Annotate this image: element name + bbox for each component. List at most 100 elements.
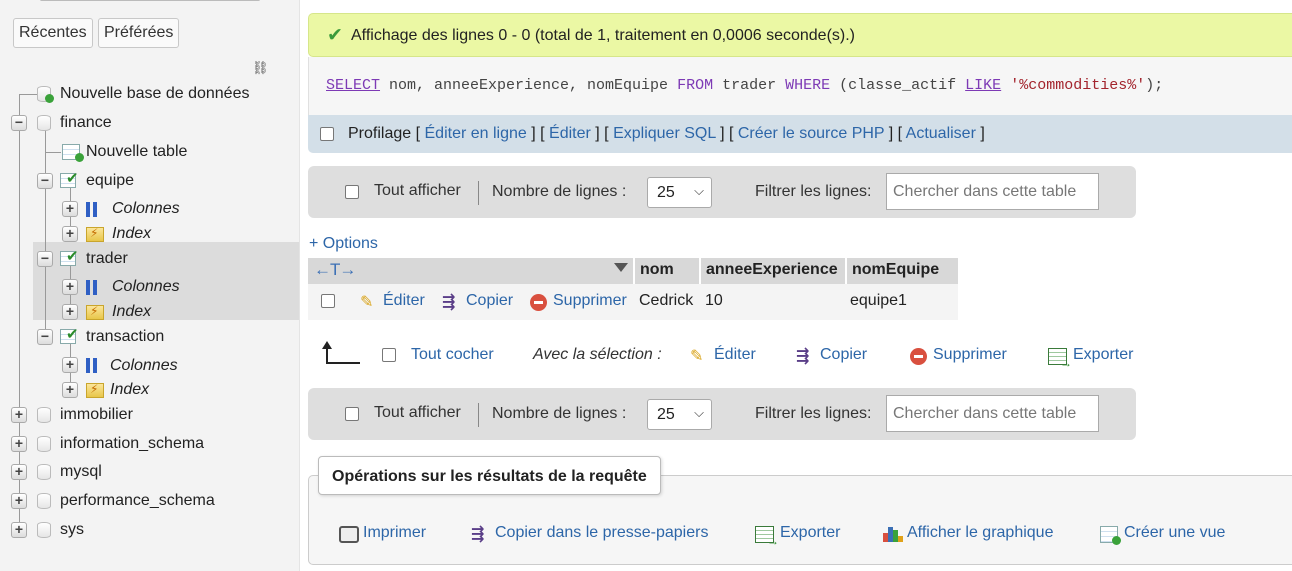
selection-edit-button[interactable]: Éditer bbox=[714, 346, 756, 364]
collapse-icon[interactable]: − bbox=[37, 173, 53, 189]
edit-link[interactable]: Éditer bbox=[549, 125, 591, 142]
new-table-icon bbox=[62, 144, 84, 162]
sql-space bbox=[1001, 77, 1010, 94]
tab-favorites[interactable]: Préférées bbox=[98, 18, 180, 48]
tree-equipe-columns[interactable]: Colonnes bbox=[112, 200, 180, 218]
cell-nom[interactable]: Cedrick bbox=[639, 292, 693, 310]
columns-icon bbox=[86, 358, 102, 373]
row-delete-link[interactable]: Supprimer bbox=[553, 292, 627, 310]
profiling-checkbox[interactable] bbox=[320, 127, 334, 141]
sort-down-icon[interactable] bbox=[614, 263, 628, 272]
collapse-icon[interactable]: − bbox=[37, 329, 53, 345]
options-link[interactable]: + Options bbox=[309, 235, 378, 253]
expand-icon[interactable]: + bbox=[11, 407, 27, 423]
columns-icon bbox=[86, 202, 102, 217]
show-all-label[interactable]: Tout afficher bbox=[374, 182, 461, 200]
tree-new-table[interactable]: Nouvelle table bbox=[86, 143, 187, 161]
create-php-link[interactable]: Créer le source PHP bbox=[738, 125, 884, 142]
copy-clipboard-link[interactable]: Copier dans le presse-papiers bbox=[495, 524, 708, 542]
tree-table-transaction[interactable]: transaction bbox=[86, 328, 164, 346]
column-header-nom-equipe[interactable]: nomEquipe bbox=[845, 258, 958, 284]
print-link[interactable]: Imprimer bbox=[363, 524, 426, 542]
expand-icon[interactable]: + bbox=[62, 201, 78, 217]
column-resize-arrows-icon[interactable]: ←T→ bbox=[314, 260, 356, 280]
tree-db-mysql[interactable]: mysql bbox=[60, 463, 102, 481]
expand-icon[interactable]: + bbox=[11, 464, 27, 480]
tree-db-finance[interactable]: finance bbox=[60, 114, 112, 132]
expand-icon[interactable]: + bbox=[11, 436, 27, 452]
tree-trader-index[interactable]: Index bbox=[112, 303, 151, 321]
tree-table-trader[interactable]: trader bbox=[86, 250, 128, 268]
expand-icon[interactable]: + bbox=[11, 522, 27, 538]
row-copy-link[interactable]: Copier bbox=[466, 292, 513, 310]
results-header: ←T→ nom anneeExperience nomEquipe bbox=[308, 258, 958, 284]
table-icon: ✔ bbox=[60, 248, 80, 267]
table-row: ✎ Éditer ⇶ Copier Supprimer Cedrick 10 e… bbox=[308, 284, 958, 320]
tree-transaction-index[interactable]: Index bbox=[110, 381, 149, 399]
row-checkbox[interactable] bbox=[321, 294, 335, 308]
create-view-link[interactable]: Créer une vue bbox=[1124, 524, 1225, 542]
expand-icon[interactable]: + bbox=[62, 226, 78, 242]
success-message: Affichage des lignes 0 - 0 (total de 1, … bbox=[351, 27, 855, 44]
show-all-label[interactable]: Tout afficher bbox=[374, 404, 461, 422]
column-header-nom[interactable]: nom bbox=[633, 258, 699, 284]
tree-equipe-index[interactable]: Index bbox=[112, 225, 151, 243]
selection-export-button[interactable]: Exporter bbox=[1073, 346, 1133, 364]
sql-keyword-from: FROM bbox=[677, 77, 714, 94]
filter-label: Filtrer les lignes: bbox=[755, 405, 872, 422]
show-all-checkbox[interactable] bbox=[345, 185, 359, 199]
column-header-annee-experience[interactable]: anneeExperience bbox=[699, 258, 845, 284]
refresh-link[interactable]: Actualiser bbox=[906, 125, 976, 142]
check-all-link[interactable]: Tout cocher bbox=[411, 346, 494, 364]
expand-icon[interactable]: + bbox=[62, 357, 78, 373]
filter-rows-input[interactable]: Chercher dans cette table bbox=[886, 173, 1099, 210]
filter-label: Filtrer les lignes: bbox=[755, 183, 872, 200]
check-all-checkbox[interactable] bbox=[382, 348, 396, 362]
database-icon bbox=[37, 522, 51, 538]
selection-delete-button[interactable]: Supprimer bbox=[933, 346, 1007, 364]
collapse-icon[interactable]: − bbox=[37, 251, 53, 267]
sidebar-top-scroll bbox=[40, 0, 260, 1]
tab-recent[interactable]: Récentes bbox=[13, 18, 93, 48]
expand-icon[interactable]: + bbox=[62, 304, 78, 320]
tree-trader-columns[interactable]: Colonnes bbox=[112, 278, 180, 296]
row-edit-link[interactable]: Éditer bbox=[383, 292, 425, 310]
success-message-bar: ✔ Affichage des lignes 0 - 0 (total de 1… bbox=[308, 13, 1292, 57]
explain-sql-link[interactable]: Expliquer SQL bbox=[613, 125, 716, 142]
rows-select[interactable]: 25 ⌵ bbox=[647, 177, 712, 208]
sql-close: ); bbox=[1145, 77, 1164, 94]
profiling-label: Profilage bbox=[348, 125, 412, 142]
sql-keyword-select[interactable]: SELECT bbox=[326, 77, 380, 94]
sql-fields: nom, anneeExperience, nomEquipe bbox=[380, 77, 678, 94]
expand-icon[interactable]: + bbox=[62, 279, 78, 295]
sql-query: SELECT nom, anneeExperience, nomEquipe F… bbox=[326, 77, 1163, 94]
sql-keyword-like[interactable]: LIKE bbox=[965, 77, 1001, 94]
link-icon[interactable]: ⛓ bbox=[252, 60, 269, 76]
collapse-icon[interactable]: − bbox=[11, 115, 27, 131]
tree-db-immobilier[interactable]: immobilier bbox=[60, 406, 133, 424]
sql-value: '%commodities%' bbox=[1010, 77, 1146, 94]
selection-copy-button[interactable]: Copier bbox=[820, 346, 867, 364]
show-chart-link[interactable]: Afficher le graphique bbox=[907, 524, 1053, 542]
expand-icon[interactable]: + bbox=[11, 493, 27, 509]
with-selection-label: Avec la sélection : bbox=[533, 346, 662, 363]
cell-annee-experience[interactable]: 10 bbox=[705, 292, 723, 310]
tree-db-sys[interactable]: sys bbox=[60, 521, 84, 539]
selection-actions: Tout cocher Avec la sélection : ✎ Éditer… bbox=[308, 336, 1148, 376]
edit-inline-link[interactable]: Éditer en ligne bbox=[425, 125, 527, 142]
cell-nom-equipe[interactable]: equipe1 bbox=[850, 292, 907, 310]
export-link[interactable]: Exporter bbox=[780, 524, 840, 542]
tree-db-information-schema[interactable]: information_schema bbox=[60, 435, 204, 453]
filter-rows-input[interactable]: Chercher dans cette table bbox=[886, 395, 1099, 432]
tree-new-database[interactable]: Nouvelle base de données bbox=[60, 85, 249, 103]
rows-select[interactable]: 25 ⌵ bbox=[647, 399, 712, 430]
tree-transaction-columns[interactable]: Colonnes bbox=[110, 357, 178, 375]
show-all-checkbox[interactable] bbox=[345, 407, 359, 421]
create-view-icon bbox=[1100, 526, 1121, 545]
tree-table-equipe[interactable]: equipe bbox=[86, 172, 134, 190]
expand-icon[interactable]: + bbox=[62, 382, 78, 398]
chevron-down-icon: ⌵ bbox=[694, 183, 704, 198]
tree-db-performance-schema[interactable]: performance_schema bbox=[60, 492, 215, 510]
query-operations-legend: Opérations sur les résultats de la requê… bbox=[318, 456, 661, 495]
export-icon bbox=[755, 526, 779, 548]
